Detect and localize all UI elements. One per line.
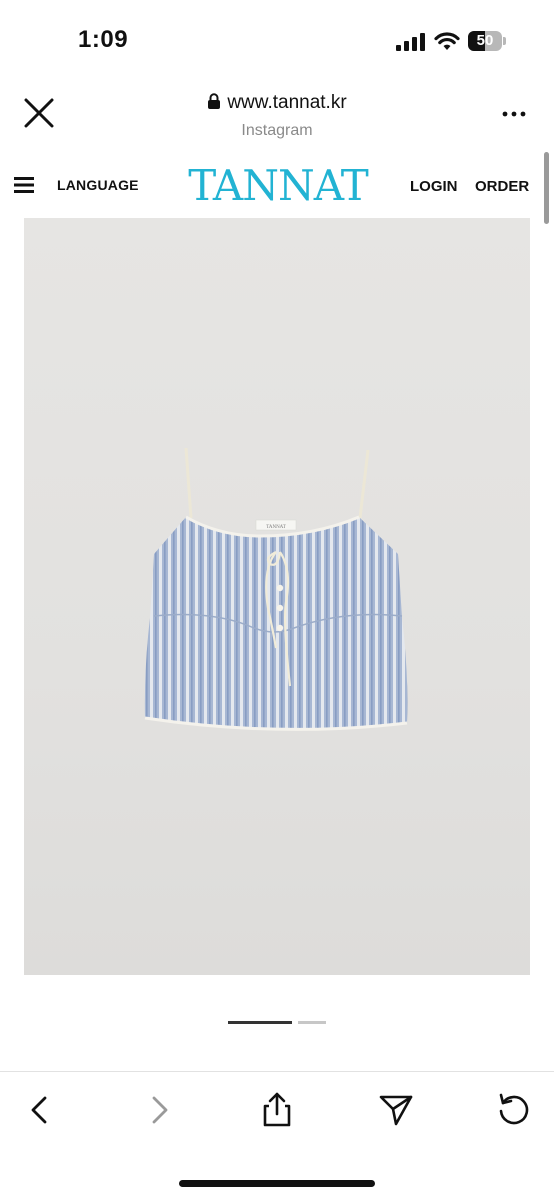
back-icon[interactable]	[20, 1090, 60, 1130]
garment-tag-text: TANNAT	[266, 525, 286, 530]
carousel-indicator[interactable]	[298, 1021, 326, 1024]
lock-icon	[208, 93, 221, 109]
language-link[interactable]: LANGUAGE	[57, 177, 139, 193]
brand-logo[interactable]: TANNAT	[186, 160, 370, 212]
product-image[interactable]: TANNAT	[24, 218, 530, 975]
home-indicator[interactable]	[179, 1180, 375, 1187]
toolbar-divider	[0, 1071, 554, 1072]
url-text: www.tannat.kr	[227, 92, 347, 113]
camisole-illustration: TANNAT	[144, 447, 408, 731]
battery-level-text: 50	[476, 32, 494, 49]
carousel-indicator-active[interactable]	[228, 1021, 292, 1024]
url-bar[interactable]: www.tannat.kr	[0, 92, 554, 114]
order-link[interactable]: ORDER	[475, 178, 529, 195]
more-icon[interactable]	[496, 100, 532, 128]
forward-icon[interactable]	[139, 1090, 179, 1130]
cellular-signal-icon	[396, 33, 425, 51]
status-time: 1:09	[78, 26, 129, 53]
battery-indicator: 50	[468, 31, 506, 51]
scrollbar[interactable]	[544, 152, 549, 224]
wifi-icon	[434, 32, 460, 50]
url-source-label: Instagram	[241, 122, 313, 139]
reload-icon[interactable]	[494, 1090, 534, 1130]
hamburger-menu-icon[interactable]	[14, 176, 34, 194]
send-icon[interactable]	[376, 1090, 416, 1130]
login-link[interactable]: LOGIN	[410, 178, 458, 195]
share-icon[interactable]	[257, 1090, 297, 1130]
